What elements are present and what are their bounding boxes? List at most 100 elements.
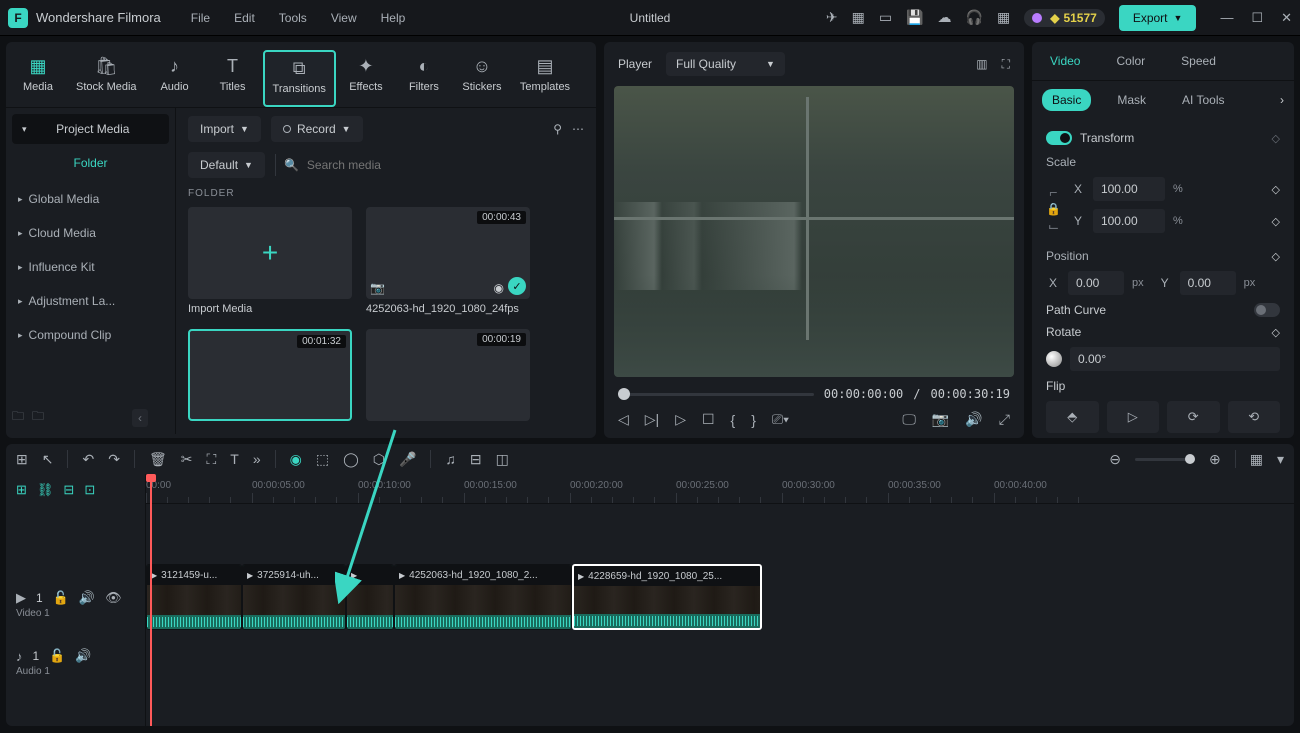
new-folder-icon[interactable]: 🗀 (12, 407, 24, 428)
playhead[interactable] (150, 474, 152, 726)
crop-button[interactable]: ⛶ (206, 451, 216, 468)
ribbon-filters[interactable]: ◐Filters (396, 50, 452, 107)
media-thumb-1[interactable]: 00:00:43📷◉✓ 4252063-hd_1920_1080_24fps (366, 207, 530, 315)
visibility-icon[interactable]: 👁 (105, 590, 122, 606)
mute-icon[interactable]: 🔊 (79, 590, 95, 606)
scrub-bar[interactable] (618, 393, 814, 396)
timeline-clip[interactable]: 3121459-u... (146, 564, 242, 630)
more-icon[interactable]: ⋯ (572, 122, 584, 136)
zoom-in-button[interactable]: ⊕ (1209, 451, 1221, 468)
snap-icon[interactable]: ⊞ (16, 482, 27, 498)
filter-icon[interactable]: ⚲ (553, 122, 562, 136)
save-icon[interactable]: 💾 (906, 9, 923, 26)
ribbon-stickers[interactable]: ☺Stickers (454, 50, 510, 107)
menu-edit[interactable]: Edit (234, 11, 255, 25)
keyframe-icon[interactable]: ◇ (1272, 326, 1280, 339)
rotate-input[interactable] (1070, 347, 1280, 371)
subtab-basic[interactable]: Basic (1042, 89, 1091, 111)
tab-color[interactable]: Color (1098, 42, 1163, 80)
select-tool-icon[interactable]: ↖ (42, 451, 54, 468)
pos-y-input[interactable] (1180, 271, 1236, 295)
split-button[interactable]: ✂ (181, 451, 193, 468)
subtab-ai-tools[interactable]: AI Tools (1172, 89, 1234, 111)
ribbon-audio[interactable]: ♪Audio (147, 50, 203, 107)
media-thumb-3[interactable]: 00:00:19 (366, 329, 530, 421)
ribbon-transitions[interactable]: ⧉Transitions (263, 50, 336, 107)
redo-button[interactable]: ↷ (108, 451, 120, 468)
text-button[interactable]: T (230, 451, 239, 467)
mic-icon[interactable]: 🎤 (399, 451, 416, 468)
collapse-sidebar-button[interactable]: ‹ (132, 409, 148, 427)
camera-icon[interactable]: 📷 (932, 411, 949, 428)
zoom-out-button[interactable]: ⊖ (1109, 451, 1121, 468)
display-icon[interactable]: 🖵 (902, 411, 916, 428)
timeline-clip[interactable]: 4252063-hd_1920_1080_2... (394, 564, 572, 630)
clip-menu-button[interactable]: ⎚▾ (772, 411, 789, 428)
lock-icon[interactable]: 🔓 (49, 648, 65, 664)
transform-toggle[interactable] (1046, 131, 1072, 145)
send-icon[interactable]: ✈ (826, 9, 838, 26)
window-maximize[interactable]: ☐ (1251, 10, 1263, 26)
link-icon[interactable]: ⛓ (37, 482, 54, 498)
rotate-knob[interactable] (1046, 351, 1062, 367)
prev-frame-button[interactable]: ◁ (618, 411, 629, 428)
side-adjustment-layer[interactable]: Adjustment La... (6, 284, 175, 318)
subtab-mask[interactable]: Mask (1107, 89, 1156, 111)
zoom-slider[interactable] (1135, 458, 1195, 461)
music-icon[interactable]: ♫ (445, 451, 456, 467)
flip-vertical-button[interactable]: ▷ (1107, 401, 1160, 433)
import-media-tile[interactable]: + Import Media (188, 207, 352, 315)
fullscreen-icon[interactable]: ⤢ (999, 411, 1010, 428)
keyframe-icon[interactable]: ◇ (1272, 183, 1280, 196)
window-minimize[interactable]: — (1220, 10, 1233, 26)
timeline-clip[interactable]: 4228659-hd_1920_1080_25... (572, 564, 762, 630)
timeline-clip[interactable]: 3725914-uh... (242, 564, 346, 630)
marker-tool-icon[interactable]: ⊞ (16, 451, 28, 468)
menu-help[interactable]: Help (381, 11, 406, 25)
project-media-header[interactable]: ▾Project Media (12, 114, 169, 144)
path-curve-toggle[interactable] (1254, 303, 1280, 317)
compare-icon[interactable]: ▥ (976, 57, 987, 72)
credits-badge[interactable]: ◆51577 (1024, 9, 1105, 27)
volume-icon[interactable]: 🔊 (965, 411, 982, 428)
ribbon-effects[interactable]: ✦Effects (338, 50, 394, 107)
new-bin-icon[interactable]: 🗀 (32, 407, 44, 428)
support-icon[interactable]: 🎧 (966, 9, 983, 26)
lock-icon[interactable]: 🔒 (1046, 202, 1061, 216)
ribbon-media[interactable]: ▦Media (10, 50, 66, 107)
effect-button[interactable]: ⬚ (316, 451, 329, 468)
tab-speed[interactable]: Speed (1163, 42, 1234, 80)
magnet-icon[interactable]: ⊟ (63, 482, 74, 498)
side-global-media[interactable]: Global Media (6, 182, 175, 216)
mark-out-button[interactable]: } (751, 412, 756, 428)
keyframe-icon[interactable]: ◇ (1272, 132, 1280, 145)
lock-icon[interactable]: 🔓 (53, 590, 69, 606)
ribbon-stock-media[interactable]: 🛍Stock Media (68, 50, 145, 107)
menu-file[interactable]: File (191, 11, 210, 25)
next-subtab-icon[interactable]: › (1280, 93, 1284, 107)
shield-icon[interactable]: ⬡ (373, 451, 385, 468)
menu-tools[interactable]: Tools (279, 11, 307, 25)
play-backward-button[interactable]: ▷| (645, 411, 659, 428)
undo-button[interactable]: ↶ (82, 451, 94, 468)
scale-y-input[interactable] (1093, 209, 1165, 233)
side-cloud-media[interactable]: Cloud Media (6, 216, 175, 250)
mark-in-button[interactable]: { (731, 412, 736, 428)
more-tools-button[interactable]: » (253, 451, 261, 467)
keyframe-icon[interactable]: ◇ (1272, 250, 1280, 263)
import-button[interactable]: Import▼ (188, 116, 261, 142)
preview-viewport[interactable] (614, 86, 1014, 377)
window-close[interactable]: ✕ (1281, 10, 1292, 26)
ai-button[interactable]: ◉ (290, 451, 302, 468)
video-track[interactable]: 3121459-u...3725914-uh... 4252063-hd_1920… (146, 560, 1294, 636)
record-button[interactable]: Record▼ (271, 116, 363, 142)
ribbon-titles[interactable]: TTitles (205, 50, 261, 107)
ribbon-templates[interactable]: ▤Templates (512, 50, 578, 107)
play-button[interactable]: ▷ (675, 411, 686, 428)
audio-track[interactable] (146, 636, 1294, 676)
settings-icon[interactable]: ▾ (1277, 451, 1284, 468)
flip-horizontal-button[interactable]: ⬘ (1046, 401, 1099, 433)
track-icon[interactable]: ⊡ (84, 482, 95, 498)
rotate-cw-button[interactable]: ⟳ (1167, 401, 1220, 433)
timeline-ruler[interactable]: 00:0000:00:05:0000:00:10:0000:00:15:0000… (146, 474, 1294, 504)
